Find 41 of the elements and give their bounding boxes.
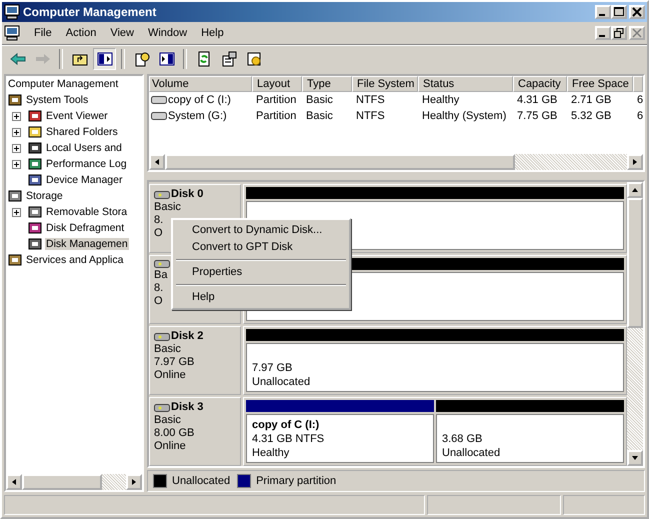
legend-label: Primary partition [256,475,336,487]
table-cell: System (G:) [168,110,227,122]
table-cell: Basic [306,110,333,122]
table-cell: Partition [256,94,296,106]
table-cell: 6 [637,94,644,106]
disk-detail: 8. [154,282,164,295]
partition-detail: 3.68 GB [442,432,482,446]
window-title: Computer Management [23,5,158,19]
disk-detail: 8.00 GB [154,427,194,440]
partition-detail: Unallocated [252,375,310,389]
disk-detail: 8. [154,214,164,227]
table-cell: NTFS [356,94,385,106]
disk-detail: Ba [154,269,168,282]
table-cell: Basic [306,94,333,106]
disk-detail: O [154,295,163,308]
partition-detail: Healthy [252,446,290,460]
partition-detail: Unallocated [442,446,500,460]
partition-detail: 7.97 GB [252,361,292,375]
disk-detail: Basic [154,201,181,214]
table-cell: NTFS [356,110,385,122]
disk-detail: Online [154,440,186,453]
partition-title: copy of C (I:) [252,418,320,432]
disk-detail: O [154,227,163,240]
table-cell: 5.32 GB [571,110,612,122]
partition-detail: 4.31 GB NTFS [252,432,324,446]
table-cell: Healthy [422,94,460,106]
disk-detail: Basic [154,343,181,356]
table-cell: 2.71 GB [571,94,612,106]
disk-name: Disk 0 [171,188,204,201]
disk-detail: 7.97 GB [154,356,194,369]
table-cell: 6 [637,110,644,122]
table-cell: 4.31 GB [517,94,558,106]
disk-name: Disk 3 [171,401,204,414]
disk-detail: Basic [154,414,181,427]
table-cell: 7.75 GB [517,110,558,122]
table-cell: copy of C (I:) [168,94,231,106]
table-cell: Partition [256,110,296,122]
table-cell: Healthy (System) [422,110,506,122]
disk-name: Disk 2 [171,330,204,343]
legend-label: Unallocated [172,475,230,487]
disk-detail: Online [154,369,186,382]
